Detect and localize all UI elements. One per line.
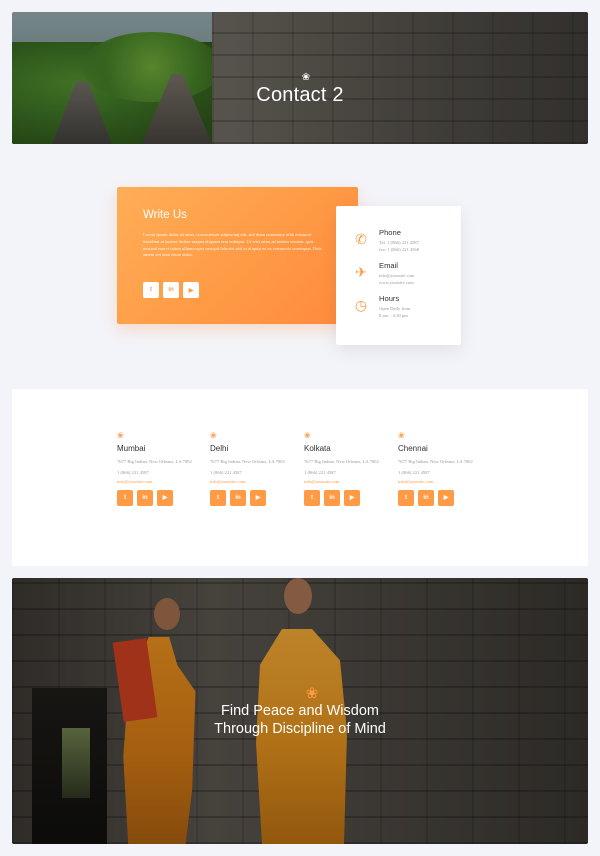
linkedin-icon[interactable]: in <box>230 489 246 506</box>
email-title: Email <box>379 261 398 270</box>
hours-line: Open Daily from <box>379 306 411 311</box>
hours-title: Hours <box>379 294 400 303</box>
twitter-icon[interactable]: t <box>304 489 320 506</box>
location-delhi: ❀ Delhi 7677 Big Indian, New Orleans, LA… <box>210 431 290 506</box>
lotus-icon: ❀ <box>304 431 311 440</box>
contact-info-card: ✆ Phone Tel. 1 (866) 221 4587 fax: 1 (86… <box>336 206 461 345</box>
city-social: t in ▶ <box>398 489 478 506</box>
banner-quote: Find Peace and Wisdom Through Discipline… <box>12 702 588 738</box>
youtube-icon[interactable]: ▶ <box>250 489 266 506</box>
youtube-icon[interactable]: ▶ <box>183 282 199 298</box>
city-address: 7677 Big Indian, New Orleans, LA 7002 <box>117 459 192 464</box>
paper-plane-icon: ✈ <box>355 264 367 280</box>
linkedin-icon[interactable]: in <box>324 489 340 506</box>
city-name: Mumbai <box>117 444 146 453</box>
twitter-icon[interactable]: t <box>398 489 414 506</box>
location-chennai: ❀ Chennai 7677 Big Indian, New Orleans, … <box>398 431 478 506</box>
page-title: Contact 2 <box>256 84 344 106</box>
twitter-icon[interactable]: t <box>143 282 159 298</box>
city-name: Chennai <box>398 444 428 453</box>
city-name: Kolkata <box>304 444 331 453</box>
phone-line: Tel. 1 (866) 221 4587 <box>379 240 419 245</box>
write-us-card: Write Us Lorem ipsum dolor sit amet, con… <box>117 187 358 324</box>
location-mumbai: ❀ Mumbai 7677 Big Indian, New Orleans, L… <box>117 431 197 506</box>
banner-line-1: Find Peace and Wisdom <box>221 703 379 719</box>
twitter-icon[interactable]: t <box>210 489 226 506</box>
city-social: t in ▶ <box>117 489 197 506</box>
city-address: 7677 Big Indian, New Orleans, LA 7002 <box>210 459 285 464</box>
locations-section: ❀ Mumbai 7677 Big Indian, New Orleans, L… <box>12 389 588 566</box>
city-email[interactable]: info@yoursite.com <box>304 479 384 484</box>
hero-banner: ❀ Contact 2 <box>12 12 588 144</box>
location-kolkata: ❀ Kolkata 7677 Big Indian, New Orleans, … <box>304 431 384 506</box>
lotus-icon: ❀ <box>301 72 311 83</box>
linkedin-icon[interactable]: in <box>163 282 179 298</box>
city-social: t in ▶ <box>210 489 290 506</box>
city-address: 7677 Big Indian, New Orleans, LA 7002 <box>398 459 473 464</box>
city-email[interactable]: info@yoursite.com <box>398 479 478 484</box>
quote-banner: ❀ Find Peace and Wisdom Through Discipli… <box>12 578 588 844</box>
linkedin-icon[interactable]: in <box>418 489 434 506</box>
city-phone: 1 (866) 221 4587 <box>117 469 149 475</box>
phone-icon: ✆ <box>355 231 367 247</box>
city-phone: 1 (866) 221 4587 <box>210 469 242 475</box>
lotus-icon: ❀ <box>398 431 405 440</box>
fax-line: fax: 1 (866) 221 4568 <box>379 247 420 252</box>
lotus-icon: ❀ <box>117 431 124 440</box>
youtube-icon[interactable]: ▶ <box>438 489 454 506</box>
email-line: info@yoursite.com <box>379 273 415 278</box>
write-us-social: t in ▶ <box>143 282 199 298</box>
city-email[interactable]: info@yoursite.com <box>117 479 197 484</box>
lotus-icon: ❀ <box>210 431 217 440</box>
city-social: t in ▶ <box>304 489 384 506</box>
banner-line-2: Through Discipline of Mind <box>214 721 386 737</box>
city-address: 7677 Big Indian, New Orleans, LA 7002 <box>304 459 379 464</box>
hero-overlay <box>12 12 588 144</box>
city-phone: 1 (866) 221 4587 <box>304 469 336 475</box>
write-us-text: Lorem ipsum dolor sit amet, consectetuer… <box>143 232 322 258</box>
linkedin-icon[interactable]: in <box>137 489 153 506</box>
phone-title: Phone <box>379 228 401 237</box>
city-phone: 1 (866) 221 4587 <box>398 469 430 475</box>
clock-icon: ◷ <box>354 297 368 313</box>
write-us-title: Write Us <box>143 209 187 221</box>
twitter-icon[interactable]: t <box>117 489 133 506</box>
lotus-icon: ❀ <box>305 685 319 702</box>
city-name: Delhi <box>210 444 229 453</box>
youtube-icon[interactable]: ▶ <box>344 489 360 506</box>
hours-time: 8 am – 4:30 pm <box>379 313 408 318</box>
youtube-icon[interactable]: ▶ <box>157 489 173 506</box>
city-email[interactable]: info@yoursite.com <box>210 479 290 484</box>
website-line: www.yoursite.com <box>379 280 414 285</box>
